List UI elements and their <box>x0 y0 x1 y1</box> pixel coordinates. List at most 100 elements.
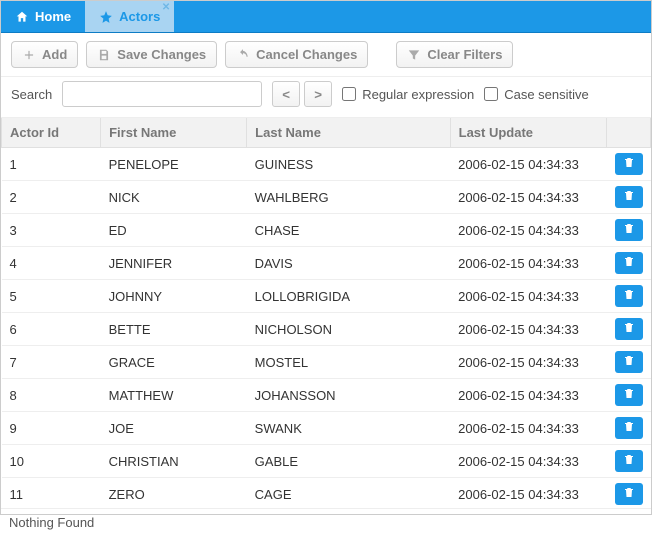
trash-icon <box>623 420 635 436</box>
table-scroll[interactable]: Actor Id First Name Last Name Last Updat… <box>1 118 651 508</box>
cell-updated: 2006-02-15 04:34:33 <box>450 247 607 280</box>
search-label: Search <box>11 87 52 102</box>
cell-actions <box>607 445 651 478</box>
clear-filters-button[interactable]: Clear Filters <box>396 41 513 68</box>
cell-updated: 2006-02-15 04:34:33 <box>450 214 607 247</box>
cell-actions <box>607 346 651 379</box>
trash-icon <box>623 222 635 238</box>
status-bar: Nothing Found <box>1 508 651 536</box>
col-first-name[interactable]: First Name <box>101 118 247 148</box>
trash-icon <box>623 321 635 337</box>
table-row[interactable]: 6BETTENICHOLSON2006-02-15 04:34:33 <box>2 313 651 346</box>
col-last-update[interactable]: Last Update <box>450 118 607 148</box>
actors-table: Actor Id First Name Last Name Last Updat… <box>1 118 651 508</box>
regex-label: Regular expression <box>362 87 474 102</box>
cell-updated: 2006-02-15 04:34:33 <box>450 346 607 379</box>
search-row: Search < > Regular expression Case sensi… <box>1 77 651 118</box>
cell-first: ZERO <box>101 478 247 509</box>
search-prev-button[interactable]: < <box>272 81 300 107</box>
close-icon[interactable]: ✕ <box>162 3 170 13</box>
toolbar: Add Save Changes Cancel Changes Clear Fi… <box>1 33 651 77</box>
tab-bar-fill <box>174 1 651 32</box>
cell-first: NICK <box>101 181 247 214</box>
cell-id: 2 <box>2 181 101 214</box>
cell-id: 4 <box>2 247 101 280</box>
table-row[interactable]: 8MATTHEWJOHANSSON2006-02-15 04:34:33 <box>2 379 651 412</box>
cell-last: JOHANSSON <box>247 379 450 412</box>
delete-button[interactable] <box>615 483 643 505</box>
cell-actions <box>607 379 651 412</box>
delete-button[interactable] <box>615 219 643 241</box>
case-checkbox[interactable]: Case sensitive <box>484 87 589 102</box>
cell-last: CAGE <box>247 478 450 509</box>
cell-actions <box>607 280 651 313</box>
save-button[interactable]: Save Changes <box>86 41 217 68</box>
delete-button[interactable] <box>615 351 643 373</box>
cell-actions <box>607 412 651 445</box>
filter-icon <box>407 48 421 62</box>
plus-icon <box>22 48 36 62</box>
cell-actions <box>607 181 651 214</box>
tab-home[interactable]: Home <box>1 1 85 32</box>
trash-icon <box>623 288 635 304</box>
cell-last: CHASE <box>247 214 450 247</box>
cell-first: PENELOPE <box>101 148 247 181</box>
col-actor-id[interactable]: Actor Id <box>2 118 101 148</box>
cell-actions <box>607 214 651 247</box>
table-row[interactable]: 10CHRISTIANGABLE2006-02-15 04:34:33 <box>2 445 651 478</box>
cell-first: CHRISTIAN <box>101 445 247 478</box>
cell-updated: 2006-02-15 04:34:33 <box>450 280 607 313</box>
cell-last: SWANK <box>247 412 450 445</box>
tab-actors-label: Actors <box>119 9 160 24</box>
trash-icon <box>623 156 635 172</box>
cell-last: DAVIS <box>247 247 450 280</box>
cell-updated: 2006-02-15 04:34:33 <box>450 379 607 412</box>
cell-updated: 2006-02-15 04:34:33 <box>450 478 607 509</box>
cell-actions <box>607 478 651 509</box>
trash-icon <box>623 387 635 403</box>
tab-home-label: Home <box>35 9 71 24</box>
cell-first: MATTHEW <box>101 379 247 412</box>
search-next-button[interactable]: > <box>304 81 332 107</box>
table-row[interactable]: 4JENNIFERDAVIS2006-02-15 04:34:33 <box>2 247 651 280</box>
cell-updated: 2006-02-15 04:34:33 <box>450 412 607 445</box>
trash-icon <box>623 354 635 370</box>
delete-button[interactable] <box>615 285 643 307</box>
delete-button[interactable] <box>615 384 643 406</box>
cell-updated: 2006-02-15 04:34:33 <box>450 445 607 478</box>
table-row[interactable]: 3EDCHASE2006-02-15 04:34:33 <box>2 214 651 247</box>
table-row[interactable]: 5JOHNNYLOLLOBRIGIDA2006-02-15 04:34:33 <box>2 280 651 313</box>
home-icon <box>15 10 29 24</box>
star-icon <box>99 10 113 24</box>
cell-updated: 2006-02-15 04:34:33 <box>450 148 607 181</box>
search-input[interactable] <box>62 81 262 107</box>
search-nav: < > <box>272 81 332 107</box>
cell-id: 3 <box>2 214 101 247</box>
delete-button[interactable] <box>615 153 643 175</box>
cell-updated: 2006-02-15 04:34:33 <box>450 313 607 346</box>
delete-button[interactable] <box>615 186 643 208</box>
table-row[interactable]: 2NICKWAHLBERG2006-02-15 04:34:33 <box>2 181 651 214</box>
tab-actors[interactable]: Actors ✕ <box>85 1 174 32</box>
cell-id: 6 <box>2 313 101 346</box>
cell-id: 1 <box>2 148 101 181</box>
table-row[interactable]: 11ZEROCAGE2006-02-15 04:34:33 <box>2 478 651 509</box>
cancel-button[interactable]: Cancel Changes <box>225 41 368 68</box>
regex-checkbox[interactable]: Regular expression <box>342 87 474 102</box>
undo-icon <box>236 48 250 62</box>
delete-button[interactable] <box>615 450 643 472</box>
case-checkbox-input[interactable] <box>484 87 498 101</box>
cell-last: WAHLBERG <box>247 181 450 214</box>
col-last-name[interactable]: Last Name <box>247 118 450 148</box>
regex-checkbox-input[interactable] <box>342 87 356 101</box>
add-button[interactable]: Add <box>11 41 78 68</box>
cancel-label: Cancel Changes <box>256 47 357 62</box>
cell-last: MOSTEL <box>247 346 450 379</box>
delete-button[interactable] <box>615 417 643 439</box>
table-row[interactable]: 9JOESWANK2006-02-15 04:34:33 <box>2 412 651 445</box>
table-row[interactable]: 7GRACEMOSTEL2006-02-15 04:34:33 <box>2 346 651 379</box>
table-row[interactable]: 1PENELOPEGUINESS2006-02-15 04:34:33 <box>2 148 651 181</box>
delete-button[interactable] <box>615 252 643 274</box>
delete-button[interactable] <box>615 318 643 340</box>
cell-first: JENNIFER <box>101 247 247 280</box>
